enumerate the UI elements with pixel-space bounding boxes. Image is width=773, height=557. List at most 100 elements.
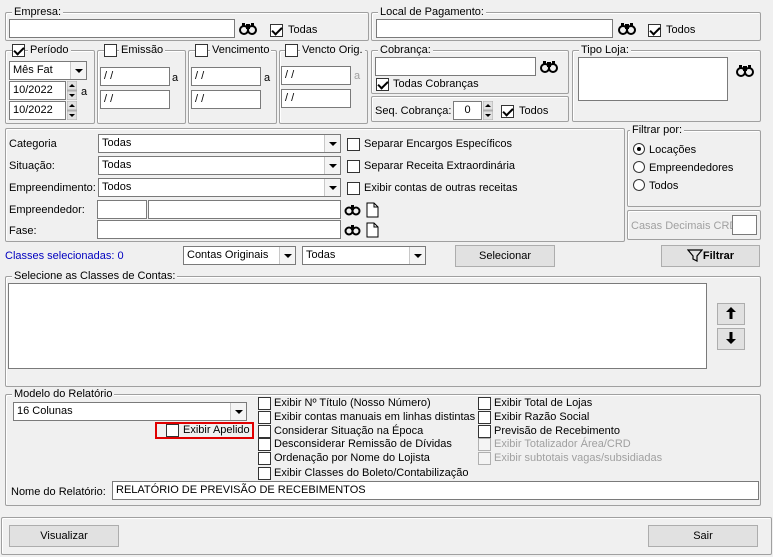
empresa-input[interactable] — [9, 19, 235, 38]
seq-cobranca-input[interactable]: 0 — [453, 101, 482, 120]
chevron-down-icon[interactable] — [324, 135, 340, 152]
classes-filtro-select[interactable]: Todas — [302, 246, 426, 265]
opcao-remissao-dividas-label: Desconsiderar Remissão de Dívidas — [274, 438, 452, 450]
periodo-checkbox[interactable] — [12, 44, 25, 57]
casas-decimais-input[interactable] — [732, 215, 757, 235]
selecionar-button[interactable]: Selecionar — [455, 245, 555, 267]
exibir-apelido-label: Exibir Apelido — [183, 424, 250, 436]
filtrar-locacoes-radio[interactable] — [633, 143, 645, 155]
fase-input[interactable] — [97, 220, 341, 239]
sair-button[interactable]: Sair — [648, 525, 758, 547]
emissao-ate-input[interactable]: / / — [100, 90, 170, 109]
opcao-situacao-epoca-checkbox[interactable] — [258, 425, 271, 438]
opcao-total-lojas-checkbox[interactable] — [478, 397, 491, 410]
opcao-remissao-dividas-checkbox[interactable] — [258, 438, 271, 451]
chevron-down-icon[interactable] — [324, 157, 340, 174]
filtrar-empreendedores-radio[interactable] — [633, 161, 645, 173]
empresa-search-icon[interactable] — [238, 19, 258, 38]
empreendedor-search-icon[interactable] — [344, 200, 364, 219]
vencimento-ate-input[interactable]: / / — [191, 90, 261, 109]
opcao-ordenacao-lojista-label: Ordenação por Nome do Lojista — [274, 452, 430, 464]
opcao-contas-manuais-label: Exibir contas manuais em linhas distinta… — [274, 411, 476, 423]
fase-search-icon[interactable] — [344, 220, 364, 239]
cobranca-input[interactable] — [375, 57, 536, 76]
situacao-label: Situação: — [9, 160, 55, 172]
tipo-loja-search-icon[interactable] — [735, 61, 755, 80]
exibir-apelido-checkbox[interactable] — [166, 424, 179, 437]
opcao-exibir-titulo-checkbox[interactable] — [258, 397, 271, 410]
periodo-tipo-select[interactable]: Mês Fat — [9, 61, 87, 80]
opcao-ordenacao-lojista-checkbox[interactable] — [258, 452, 271, 465]
filtrar-todos-radio[interactable] — [633, 179, 645, 191]
vencto-orig-group — [279, 50, 368, 124]
empresa-todas-checkbox[interactable] — [270, 24, 283, 37]
exibir-outras-checkbox[interactable] — [347, 182, 360, 195]
vencimento-de-input[interactable]: / / — [191, 67, 261, 86]
opcao-classes-boleto-label: Exibir Classes do Boleto/Contabilização — [274, 467, 469, 479]
separar-receita-label: Separar Receita Extraordinária — [364, 160, 516, 172]
periodo-ate-input[interactable]: 10/2022 — [9, 101, 66, 120]
modelo-relatorio-legend: Modelo do Relatório — [12, 388, 115, 400]
local-pagamento-todos-checkbox[interactable] — [648, 24, 661, 37]
categoria-select[interactable]: Todas — [98, 134, 341, 153]
opcao-razao-social-label: Exibir Razão Social — [494, 411, 590, 423]
chevron-down-icon[interactable] — [230, 403, 246, 420]
vencimento-label: Vencimento — [210, 44, 272, 56]
filtrar-button[interactable]: Filtrar — [661, 245, 760, 267]
opcao-subtotais-vagas-checkbox[interactable] — [478, 452, 491, 465]
vencimento-checkbox[interactable] — [195, 44, 208, 57]
opcao-subtotais-vagas-label: Exibir subtotais vagas/subsidiadas — [494, 452, 663, 464]
periodo-ate-spinner[interactable] — [66, 100, 78, 121]
empreendedor-code-input[interactable] — [97, 200, 147, 219]
cobranca-todas-checkbox[interactable] — [376, 78, 389, 91]
filtrar-label: Filtrar — [702, 250, 735, 262]
opcao-razao-social-checkbox[interactable] — [478, 411, 491, 424]
situacao-select[interactable]: Todas — [98, 156, 341, 175]
casas-decimais-label: Casas Decimais CRD — [631, 220, 738, 232]
vencimento-a-label: a — [264, 72, 271, 84]
opcao-classes-boleto-checkbox[interactable] — [258, 467, 271, 480]
periodo-de-input[interactable]: 10/2022 — [9, 81, 66, 100]
chevron-down-icon[interactable] — [409, 247, 425, 264]
local-pagamento-legend: Local de Pagamento: — [378, 6, 486, 18]
emissao-de-input[interactable]: / / — [100, 67, 170, 86]
opcao-totalizador-area-label: Exibir Totalizador Área/CRD — [494, 438, 631, 450]
opcao-previsao-recebimento-checkbox[interactable] — [478, 425, 491, 438]
arrow-up-icon — [726, 307, 736, 319]
emissao-checkbox[interactable] — [104, 44, 117, 57]
nome-relatorio-input[interactable]: RELATÓRIO DE PREVISÃO DE RECEBIMENTOS — [112, 481, 759, 500]
seq-cobranca-spinner[interactable] — [482, 100, 494, 121]
separar-encargos-checkbox[interactable] — [347, 138, 360, 151]
move-down-button[interactable] — [717, 328, 745, 350]
modelo-select[interactable]: 16 Colunas — [13, 402, 247, 421]
classes-tipo-select[interactable]: Contas Originais — [183, 246, 296, 265]
opcao-contas-manuais-checkbox[interactable] — [258, 411, 271, 424]
visualizar-button[interactable]: Visualizar — [9, 525, 119, 547]
seq-cobranca-todos-checkbox[interactable] — [501, 105, 514, 118]
situacao-value: Todas — [102, 159, 132, 171]
vencto-orig-ate-input[interactable]: / / — [281, 89, 351, 108]
filtrar-todos-label: Todos — [649, 180, 679, 192]
move-up-button[interactable] — [717, 303, 745, 325]
opcao-totalizador-area-checkbox[interactable] — [478, 438, 491, 451]
vencto-orig-checkbox[interactable] — [285, 44, 298, 57]
periodo-de-spinner[interactable] — [66, 80, 78, 101]
classes-tipo-value: Contas Originais — [187, 249, 269, 261]
cobranca-search-icon[interactable] — [539, 57, 559, 76]
empreendimento-select[interactable]: Todos — [98, 178, 341, 197]
classes-contas-list[interactable] — [8, 283, 707, 369]
modelo-value: 16 Colunas — [17, 405, 73, 417]
separar-receita-checkbox[interactable] — [347, 160, 360, 173]
chevron-down-icon[interactable] — [279, 247, 295, 264]
tipo-loja-list[interactable] — [578, 57, 728, 101]
classes-filtro-value: Todas — [306, 249, 336, 261]
chevron-down-icon[interactable] — [324, 179, 340, 196]
filtrar-empreendedores-label: Empreendedores — [649, 162, 734, 174]
fase-new-document-icon[interactable] — [364, 220, 384, 239]
chevron-down-icon[interactable] — [70, 62, 86, 79]
local-pagamento-input[interactable] — [376, 19, 613, 38]
empreendedor-name-input[interactable] — [148, 200, 341, 219]
local-pagamento-search-icon[interactable] — [617, 19, 637, 38]
vencto-orig-de-input[interactable]: / / — [281, 66, 351, 85]
empreendedor-new-document-icon[interactable] — [364, 200, 384, 219]
